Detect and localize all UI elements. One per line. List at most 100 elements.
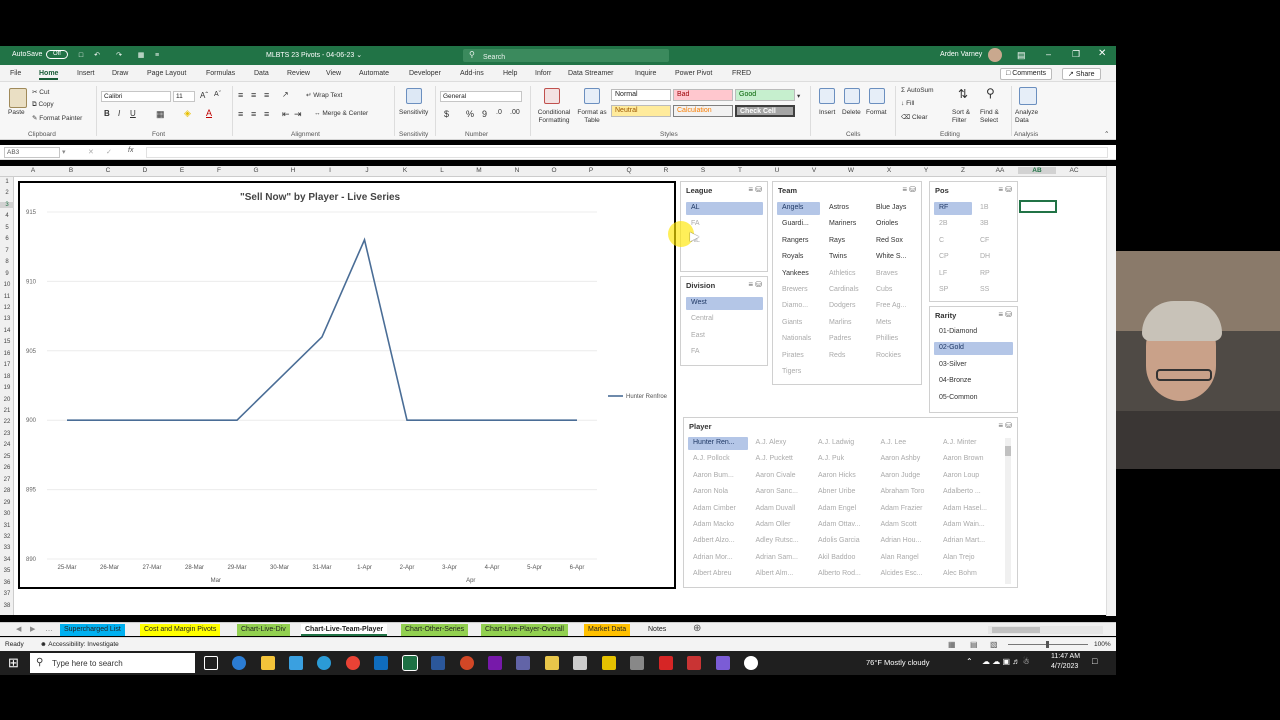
slicer-team-item[interactable]: Twins [824,251,867,265]
teams-icon[interactable] [516,656,530,670]
merge-center-button[interactable]: ↔ Merge & Center [314,110,368,117]
column-header-B[interactable]: B [61,167,81,174]
row-header-16[interactable]: 16 [0,351,14,357]
slicer-pos-item[interactable]: DH [975,251,1013,265]
slicer-player-item[interactable]: Adam Ottav... [813,519,873,532]
row-header-10[interactable]: 10 [0,282,14,288]
slicer-team-item[interactable]: Mariners [824,218,867,232]
scroll-thumb[interactable] [1005,446,1011,456]
tab-formulas[interactable]: Formulas [206,70,235,77]
slicer-division-item[interactable]: FA [686,346,763,360]
row-header-28[interactable]: 28 [0,488,14,494]
slicer-player-icons[interactable]: ≡ ⛁ [998,421,1012,430]
slicer-player-item[interactable]: A.J. Pollock [688,453,748,467]
autosave-toggle[interactable]: Off [46,50,68,59]
clock-time[interactable]: 11:47 AM [1051,653,1080,660]
app-icon[interactable] [573,656,587,670]
notes-icon[interactable] [545,656,559,670]
slicer-team-item[interactable]: Blue Jays [871,202,914,215]
horizontal-scrollbar[interactable] [988,626,1103,634]
add-sheet-icon[interactable]: ⊕ [693,623,701,634]
slicer-rarity-item[interactable]: 04-Bronze [934,375,1013,389]
align-bottom-icon[interactable]: ≡ [264,90,269,100]
slicer-player-item[interactable]: Aaron Bum... [688,469,748,483]
tab-power-pivot[interactable]: Power Pivot [675,70,712,77]
column-header-D[interactable]: D [135,167,155,174]
slicer-team-item[interactable]: Cubs [871,284,914,297]
tab-automate[interactable]: Automate [359,70,389,77]
sheet-tab[interactable]: Notes [644,624,671,636]
delete-cells-button[interactable]: Delete [842,109,861,116]
grow-font-icon[interactable]: Aˆ [200,91,208,100]
slicer-team-item[interactable]: Diamo... [777,300,820,314]
column-header-A[interactable]: A [23,167,43,174]
column-header-Y[interactable]: Y [916,167,936,174]
powerpoint-icon[interactable] [460,656,474,670]
sort-filter-button[interactable]: Sort & Filter [952,109,980,125]
column-header-X[interactable]: X [879,167,899,174]
slicer-player-item[interactable]: A.J. Alexy [750,437,811,450]
conditional-formatting-button[interactable]: Conditional Formatting [534,109,574,125]
borders-icon[interactable]: ▦ [156,109,165,120]
slicer-pos-item[interactable]: CP [934,251,972,265]
slicer-team-item[interactable]: Padres [824,333,867,347]
slicer-player-item[interactable]: Alan Trejo [938,551,998,565]
row-header-26[interactable]: 26 [0,465,14,471]
increase-indent-icon[interactable]: ⇥ [294,109,302,120]
slicer-pos-item[interactable]: RF [934,202,972,215]
row-header-36[interactable]: 36 [0,580,14,586]
slicer-pos-icons[interactable]: ≡ ⛁ [998,185,1012,194]
slicer-team-item[interactable]: White S... [871,251,914,265]
row-header-14[interactable]: 14 [0,328,14,334]
slicer-team-item[interactable]: Tigers [777,366,820,379]
styles-scroll-icon[interactable]: ▾ [797,92,800,100]
sheet-tab[interactable]: Cost and Margin Pivots [140,624,221,636]
slicer-team-item[interactable]: Orioles [871,218,914,232]
column-header-H[interactable]: H [283,167,303,174]
slicer-player-item[interactable]: Alberto Rod... [813,568,873,582]
format-table-icon[interactable] [584,88,600,104]
insert-function-button[interactable]: fx [128,147,133,154]
multiselect-icon[interactable]: ≡ [998,185,1003,194]
word-icon[interactable] [431,656,445,670]
slicer-player-item[interactable]: Adam Oller [750,519,811,532]
format-cells-icon[interactable] [869,88,885,104]
slicer-player-item[interactable]: Adley Rutsc... [750,535,811,549]
slicer-pos-item[interactable]: 3B [975,218,1013,232]
prev-sheet-icon[interactable]: ◀ [16,625,21,633]
slicer-division-item[interactable]: West [686,297,763,310]
form-icon[interactable]: ▦ [136,51,146,61]
row-header-25[interactable]: 25 [0,454,14,460]
slicer-team-item[interactable]: Free Ag... [871,300,914,314]
calculator-icon[interactable] [289,656,303,670]
orientation-icon[interactable]: ↗ [282,90,289,99]
tab-page-layout[interactable]: Page Layout [147,70,186,77]
column-header-AB[interactable]: AB [1018,167,1056,174]
slicer-player-item[interactable]: Alec Bohm [938,568,998,582]
slicer-team-item[interactable]: Nationals [777,333,820,347]
row-header-2[interactable]: 2 [0,190,14,196]
row-header-30[interactable]: 30 [0,511,14,517]
sensitivity-button[interactable]: Sensitivity [399,109,428,116]
slicer-rarity-item[interactable]: 05-Common [934,391,1013,405]
insert-cells-icon[interactable] [819,88,835,104]
wrap-text-button[interactable]: ↵ Wrap Text [306,91,342,99]
tab-home[interactable]: Home [39,70,59,80]
slicer-team-item[interactable]: Angels [777,202,820,215]
tab-help[interactable]: Help [503,70,517,77]
clear-filter-icon[interactable]: ⛁ [1005,310,1012,319]
column-header-Z[interactable]: Z [953,167,973,174]
slicer-player-item[interactable]: Akil Baddoo [813,551,873,565]
column-header-N[interactable]: N [507,167,527,174]
collapse-ribbon-icon[interactable]: ⌃ [1104,130,1109,138]
window-title[interactable]: MLBTS 23 Pivots - 04-06-23 ⌄ [266,51,362,59]
tab-inquire[interactable]: Inquire [635,70,656,77]
row-header-27[interactable]: 27 [0,477,14,483]
column-header-V[interactable]: V [804,167,824,174]
close-icon[interactable]: ✕ [1098,48,1106,59]
row-header-9[interactable]: 9 [0,271,14,277]
comments-button[interactable]: □ Comments [1000,68,1053,80]
insert-cells-button[interactable]: Insert [819,109,835,116]
save-icon[interactable]: □ [76,51,86,61]
column-header-K[interactable]: K [395,167,415,174]
